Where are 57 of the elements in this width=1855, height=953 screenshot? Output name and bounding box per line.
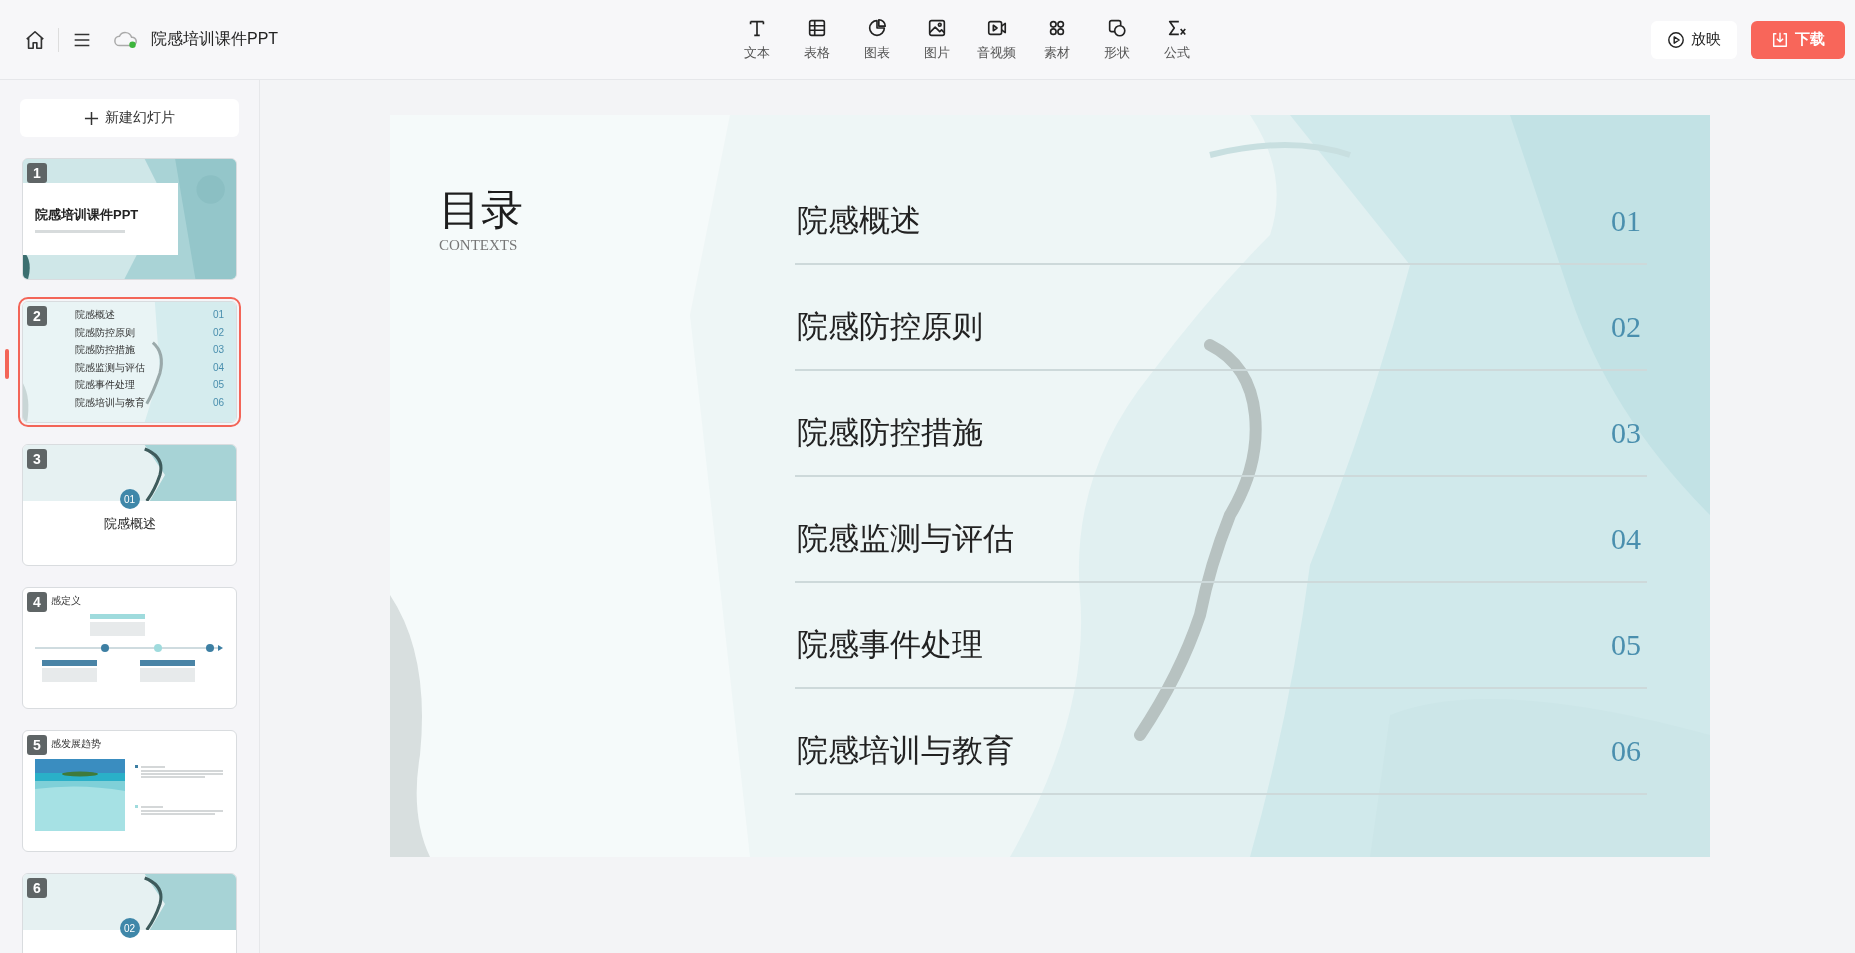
play-button[interactable]: 放映 xyxy=(1651,20,1737,59)
item-number: 04 xyxy=(212,360,224,375)
toolbar-tool[interactable]: 文本 xyxy=(734,13,779,66)
slide-number: 1 xyxy=(27,163,47,183)
toolbar-tool[interactable]: 图片 xyxy=(914,13,959,66)
item-number: 02 xyxy=(1611,309,1641,345)
contents-item: 院感监测与评估 xyxy=(75,360,145,375)
download-icon xyxy=(1771,30,1789,49)
new-slide-button[interactable]: 新建幻灯片 xyxy=(20,99,239,137)
slide-thumbnail[interactable]: 3 01 院感概述 xyxy=(22,444,237,566)
item-number: 03 xyxy=(1611,415,1641,451)
item-number: 04 xyxy=(1611,521,1641,557)
contents-item: 院感事件处理 xyxy=(797,626,983,664)
slide-title: 感发展趋势 xyxy=(51,737,102,751)
slide-thumbnail[interactable]: 5 感发展趋势 xyxy=(22,730,237,852)
contents-item: 院感防控措施 xyxy=(797,414,983,452)
contents-item: 院感概述 xyxy=(75,308,115,322)
toolbar-tool[interactable]: 表格 xyxy=(794,13,839,66)
contents-item: 院感防控原则 xyxy=(75,325,135,340)
toolbar-tool[interactable]: 图表 xyxy=(854,13,899,66)
contents-item: 院感概述 xyxy=(797,202,921,240)
item-number: 06 xyxy=(212,395,224,410)
item-number: 01 xyxy=(212,308,224,322)
slide-number: 2 xyxy=(27,306,47,326)
toolbar-tool[interactable]: 素材 xyxy=(1034,13,1079,66)
toolbar-tool[interactable]: 音视频 xyxy=(974,13,1019,66)
contents-item: 院感事件处理 xyxy=(75,378,135,392)
slide-title: 感定义 xyxy=(51,594,82,608)
slide-number: 4 xyxy=(27,592,47,612)
item-number: 01 xyxy=(1611,203,1641,239)
item-number: 05 xyxy=(212,378,224,392)
item-number: 05 xyxy=(1611,627,1641,663)
slide-thumbnail[interactable]: 4 感定义 xyxy=(22,587,237,709)
toolbar-tool[interactable]: 公式 xyxy=(1154,13,1199,66)
slide-thumbnail[interactable]: 1 院感培训课件PPT xyxy=(22,158,237,280)
home-icon[interactable] xyxy=(24,28,46,51)
contents-item: 院感防控原则 xyxy=(797,308,983,346)
slide-number: 6 xyxy=(27,878,47,898)
slide-thumbnail[interactable]: 6 02 xyxy=(22,873,237,953)
slide-number: 5 xyxy=(27,735,47,755)
cloud-icon xyxy=(113,29,139,50)
item-number: 06 xyxy=(1611,733,1641,769)
section-title: 院感概述 xyxy=(102,515,157,533)
document-title[interactable]: 院感培训课件PPT xyxy=(151,29,279,50)
contents-item: 院感防控措施 xyxy=(75,343,135,357)
toolbar-tool[interactable]: 形状 xyxy=(1094,13,1139,66)
slide-heading: 目录 xyxy=(439,187,523,234)
contents-item: 院感培训与教育 xyxy=(797,732,1014,770)
contents-item: 院感培训与教育 xyxy=(75,395,145,410)
slide-subheading: CONTEXTS xyxy=(439,237,518,255)
plus-icon xyxy=(84,110,99,126)
item-number: 03 xyxy=(212,343,224,357)
contents-item: 院感监测与评估 xyxy=(797,520,1014,558)
play-icon xyxy=(1667,30,1685,49)
slide-title: 院感培训课件PPT xyxy=(35,205,140,224)
slide-number: 3 xyxy=(27,449,47,469)
item-number: 02 xyxy=(212,325,224,340)
